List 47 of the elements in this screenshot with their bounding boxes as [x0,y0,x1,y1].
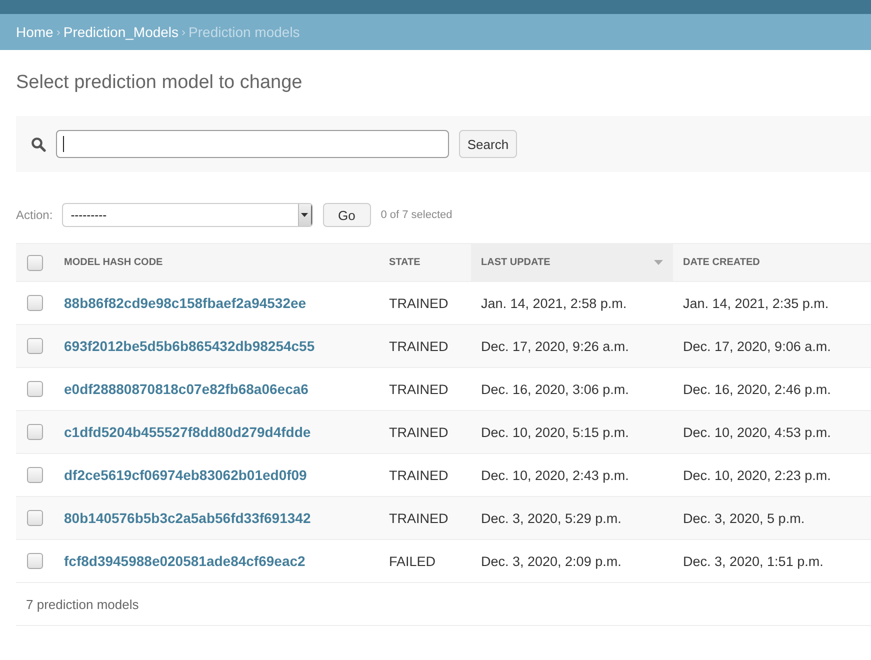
table-cell: Dec. 3, 2020, 2:09 p.m. [471,540,673,582]
table-cell: Dec. 3, 2020, 5:29 p.m. [471,496,673,540]
table-cell: TRAINED [379,496,471,540]
column-header[interactable]: STATE [379,244,471,282]
model-link[interactable]: fcf8d3945988e020581ade84cf69eac2 [64,553,306,569]
sort-arrow-icon [654,260,663,265]
model-link[interactable]: c1dfd5204b455527f8dd80d279d4fdde [64,424,311,440]
table-cell: FAILED [379,540,471,582]
column-header[interactable]: DATE CREATED [673,244,871,282]
table-cell: Dec. 3, 2020, 5 p.m. [673,496,871,540]
checkbox[interactable] [27,467,43,484]
search-button[interactable]: Search [459,130,517,158]
column-header[interactable]: MODEL HASH CODE [54,244,379,282]
model-link[interactable]: e0df28880870818c07e82fb68a06eca6 [64,381,308,397]
column-header[interactable]: LAST UPDATE [471,244,673,282]
page-title: Select prediction model to change [16,71,304,95]
go-button[interactable]: Go [322,203,371,227]
model-link[interactable]: 88b86f82cd9e98c158fbaef2a94532ee [64,295,306,311]
checkbox[interactable] [27,338,43,354]
table-cell: Dec. 17, 2020, 9:26 a.m. [471,324,673,368]
table-cell: Dec. 17, 2020, 9:06 a.m. [673,324,871,368]
checkbox[interactable] [27,424,43,440]
table-cell: Dec. 3, 2020, 1:51 p.m. [673,540,871,582]
search-icon [31,136,46,152]
result-count: 7 prediction models [26,596,139,612]
action-select[interactable]: --------- [62,203,313,227]
breadcrumb-link[interactable]: Prediction_Models [63,24,179,40]
table-cell: Dec. 10, 2020, 5:15 p.m. [471,410,673,454]
breadcrumb-current: Prediction models [188,24,300,40]
checkbox[interactable] [27,381,43,398]
text-cursor-icon [63,136,64,152]
breadcrumb-separator: › [182,25,186,39]
action-label: Action: [16,208,53,222]
breadcrumb-separator: › [56,25,60,39]
checkbox[interactable] [27,295,43,312]
model-link[interactable]: df2ce5619cf06974eb83062b01ed0f09 [64,467,307,483]
model-link[interactable]: 693f2012be5d5b6b865432db98254c55 [64,338,315,354]
checkbox[interactable] [27,510,43,526]
table-cell: TRAINED [379,410,471,454]
selection-counter: 0 of 7 selected [380,209,452,221]
checkbox[interactable] [27,254,43,270]
model-link[interactable]: 80b140576b5b3c2a5ab56fd33f691342 [64,510,311,526]
table-cell: Dec. 10, 2020, 4:53 p.m. [673,410,871,454]
breadcrumb-link[interactable]: Home [16,24,54,40]
checkbox[interactable] [27,553,43,570]
search-field[interactable] [56,130,449,158]
table-cell: TRAINED [379,324,471,368]
